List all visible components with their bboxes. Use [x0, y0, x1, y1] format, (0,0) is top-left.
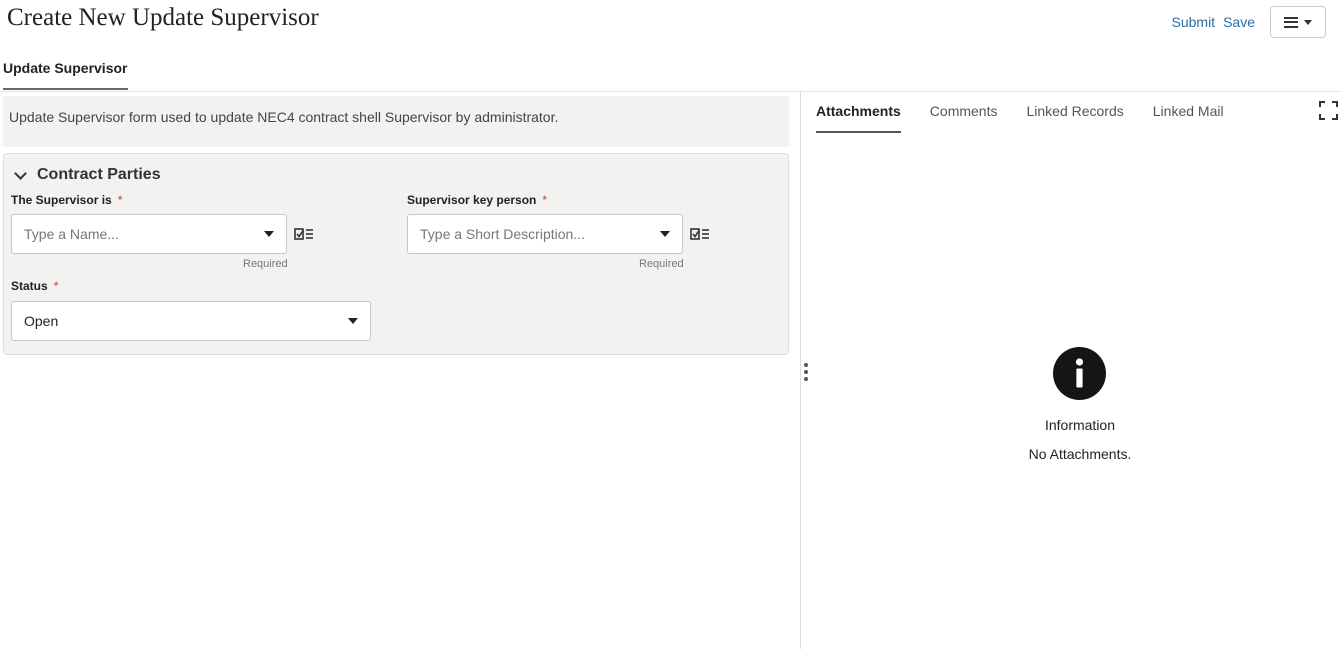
chevron-down-icon [14, 166, 27, 180]
save-button[interactable]: Save [1223, 14, 1255, 30]
section-title: Contract Parties [37, 166, 161, 183]
key-person-label: Supervisor key person * [407, 193, 548, 207]
section-toggle[interactable]: Contract Parties [12, 166, 161, 184]
tab-linked-mail[interactable]: Linked Mail [1153, 103, 1224, 133]
lookup-list-icon[interactable] [690, 227, 710, 241]
dropdown-arrow-icon [264, 231, 274, 237]
key-person-helper-text: Required [639, 258, 684, 270]
form-description: Update Supervisor form used to update NE… [3, 96, 789, 147]
dropdown-arrow-icon [348, 318, 358, 324]
panel-divider [800, 92, 801, 649]
info-message: No Attachments. [1028, 446, 1132, 462]
key-person-placeholder: Type a Short Description... [420, 226, 585, 242]
required-marker: * [542, 193, 548, 207]
supervisor-placeholder: Type a Name... [24, 226, 119, 242]
status-value: Open [24, 313, 59, 329]
supervisor-label: The Supervisor is * [11, 193, 123, 207]
supervisor-helper-text: Required [243, 258, 288, 270]
submit-button[interactable]: Submit [1172, 14, 1216, 30]
right-panel-tabs: Attachments Comments Linked Records Link… [816, 103, 1253, 133]
status-label: Status * [11, 279, 59, 293]
key-person-select[interactable]: Type a Short Description... [407, 214, 683, 254]
tab-update-supervisor[interactable]: Update Supervisor [3, 60, 128, 90]
tab-comments[interactable]: Comments [930, 103, 998, 133]
required-marker: * [117, 193, 123, 207]
panel-resize-handle[interactable] [804, 363, 808, 381]
required-marker: * [53, 279, 59, 293]
info-icon [1053, 347, 1106, 400]
tab-divider [0, 91, 1340, 92]
header-actions: Submit Save [1172, 6, 1326, 38]
tab-attachments[interactable]: Attachments [816, 103, 901, 133]
dropdown-arrow-icon [660, 231, 670, 237]
contract-parties-section: Contract Parties The Supervisor is * Type… [3, 153, 789, 355]
info-title: Information [1044, 417, 1116, 433]
chevron-down-icon [1304, 19, 1312, 25]
status-select[interactable]: Open [11, 301, 371, 341]
tab-linked-records[interactable]: Linked Records [1026, 103, 1123, 133]
lookup-list-icon[interactable] [294, 227, 314, 241]
actions-menu-button[interactable] [1270, 6, 1326, 38]
supervisor-select[interactable]: Type a Name... [11, 214, 287, 254]
hamburger-menu-icon [1284, 16, 1298, 28]
fullscreen-expand-icon[interactable] [1319, 101, 1338, 120]
page-title: Create New Update Supervisor [7, 4, 319, 31]
